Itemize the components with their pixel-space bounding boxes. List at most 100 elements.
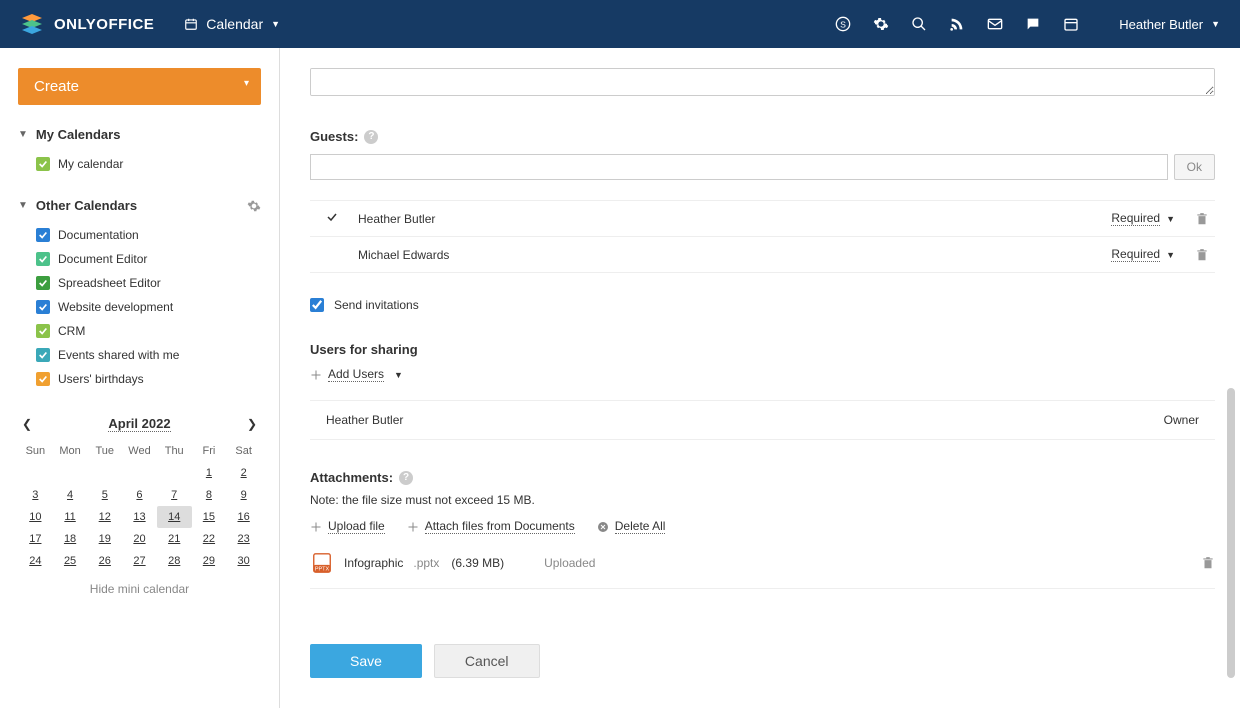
help-icon[interactable]: ? [364,130,378,144]
mini-cal-title[interactable]: April 2022 [108,416,170,432]
present-icon[interactable]: S [835,16,851,32]
mini-cal-day[interactable]: 4 [53,484,88,506]
send-invitations-row[interactable]: Send invitations [310,298,1215,312]
calendar-checkbox[interactable] [36,157,50,171]
guests-input[interactable] [310,154,1168,180]
logo-group[interactable]: ONLYOFFICE [20,12,154,36]
calendar-item[interactable]: Spreadsheet Editor [36,271,261,295]
chat-icon[interactable] [1025,16,1041,32]
calendar-item[interactable]: CRM [36,319,261,343]
user-menu[interactable]: Heather Butler ▼ [1119,17,1220,32]
calendar-item[interactable]: Documentation [36,223,261,247]
mini-cal-day[interactable]: 28 [157,550,192,572]
calendar-item[interactable]: Users' birthdays [36,367,261,391]
mini-cal-day[interactable]: 20 [122,528,157,550]
feed-icon[interactable] [949,16,965,32]
mini-cal-day-empty [122,462,157,484]
my-calendars-header[interactable]: ▼ My Calendars [18,127,261,142]
main-content: Guests: ? Ok Heather Butler Required ▼ M… [280,48,1240,708]
chevron-down-icon: ▼ [271,19,280,29]
mini-cal-day[interactable]: 7 [157,484,192,506]
calendar-label: Events shared with me [58,348,179,362]
mini-cal-day[interactable]: 26 [87,550,122,572]
delete-icon[interactable] [1195,212,1209,226]
gear-icon[interactable] [247,199,261,213]
mini-cal-day[interactable]: 5 [87,484,122,506]
chevron-down-icon: ▼ [394,370,403,380]
calendar-checkbox[interactable] [36,276,50,290]
search-icon[interactable] [911,16,927,32]
add-users-button[interactable]: Add Users ▼ [310,367,1215,382]
app-selector[interactable]: Calendar ▼ [184,16,280,32]
calendar-item[interactable]: Website development [36,295,261,319]
mini-cal-day[interactable]: 21 [157,528,192,550]
send-invitations-checkbox[interactable] [310,298,324,312]
next-month-button[interactable]: ❯ [247,417,257,431]
dow-label: Sat [226,440,261,462]
mini-cal-day[interactable]: 25 [53,550,88,572]
other-calendars-label: Other Calendars [36,198,137,213]
upload-file-button[interactable]: Upload file [310,519,385,534]
prev-month-button[interactable]: ❮ [22,417,32,431]
calendar-checkbox[interactable] [36,228,50,242]
mini-cal-day[interactable]: 27 [122,550,157,572]
logo-icon [20,12,44,36]
cancel-button[interactable]: Cancel [434,644,540,678]
mini-cal-day[interactable]: 16 [226,506,261,528]
other-calendars-header[interactable]: ▼ Other Calendars [18,198,261,213]
mini-cal-day[interactable]: 10 [18,506,53,528]
mini-cal-day[interactable]: 6 [122,484,157,506]
mini-cal-day[interactable]: 29 [192,550,227,572]
hide-mini-calendar-link[interactable]: Hide mini calendar [18,582,261,596]
mini-cal-day[interactable]: 12 [87,506,122,528]
guest-required-dropdown[interactable]: Required [1111,247,1160,262]
gear-icon[interactable] [873,16,889,32]
mini-cal-day[interactable]: 14 [157,506,192,528]
calendar-checkbox[interactable] [36,324,50,338]
mini-cal-day[interactable]: 2 [226,462,261,484]
mini-cal-day[interactable]: 18 [53,528,88,550]
dow-label: Tue [87,440,122,462]
attach-from-documents-button[interactable]: Attach files from Documents [407,519,575,534]
guest-required-dropdown[interactable]: Required [1111,211,1160,226]
scrollbar[interactable] [1227,388,1235,678]
delete-icon[interactable] [1195,248,1209,262]
mail-icon[interactable] [987,16,1003,32]
plus-icon [310,369,322,381]
calendar-label: Spreadsheet Editor [58,276,161,290]
guest-row: Heather Butler Required ▼ [310,201,1215,237]
mini-cal-day[interactable]: 15 [192,506,227,528]
save-button[interactable]: Save [310,644,422,678]
calendar-checkbox[interactable] [36,252,50,266]
mini-cal-day[interactable]: 9 [226,484,261,506]
calendar-item[interactable]: My calendar [36,152,261,176]
attachments-note: Note: the file size must not exceed 15 M… [310,493,1215,507]
help-icon[interactable]: ? [399,471,413,485]
mini-cal-day[interactable]: 17 [18,528,53,550]
mini-cal-day[interactable]: 11 [53,506,88,528]
calendar-checkbox[interactable] [36,300,50,314]
calendar-item[interactable]: Document Editor [36,247,261,271]
mini-cal-day[interactable]: 8 [192,484,227,506]
mini-cal-day[interactable]: 30 [226,550,261,572]
mini-cal-day[interactable]: 22 [192,528,227,550]
plus-icon [407,521,419,533]
ok-button[interactable]: Ok [1174,154,1215,180]
delete-icon[interactable] [1201,556,1215,570]
mini-cal-day[interactable]: 24 [18,550,53,572]
dow-label: Thu [157,440,192,462]
calendar-nav-icon[interactable] [1063,16,1079,32]
dow-label: Fri [192,440,227,462]
mini-cal-day[interactable]: 3 [18,484,53,506]
create-button[interactable]: Create [18,68,261,105]
calendar-checkbox[interactable] [36,348,50,362]
delete-all-button[interactable]: Delete All [597,519,666,534]
calendar-item[interactable]: Events shared with me [36,343,261,367]
mini-cal-day[interactable]: 1 [192,462,227,484]
mini-cal-day[interactable]: 19 [87,528,122,550]
mini-cal-day[interactable]: 13 [122,506,157,528]
calendar-checkbox[interactable] [36,372,50,386]
description-textarea[interactable] [310,68,1215,96]
svg-text:S: S [840,19,846,29]
mini-cal-day[interactable]: 23 [226,528,261,550]
